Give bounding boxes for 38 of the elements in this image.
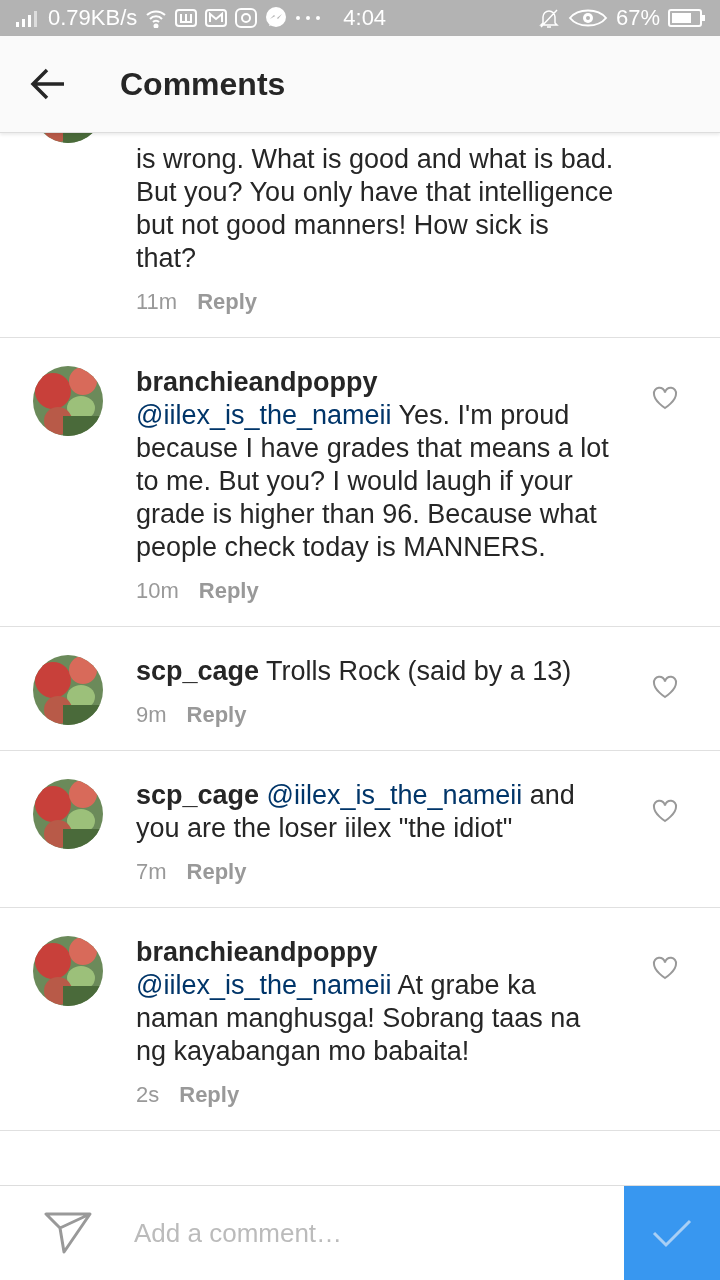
heart-icon[interactable] — [652, 799, 678, 823]
username-link[interactable]: branchieandpoppy — [136, 367, 378, 397]
comment-text: branchieandpoppy @iilex_is_the_nameii Yes. I'm proud because I have grades that means a lot to me. But you? I would laugh if your grade is higher than 96. Because what people check today is MANNERS. — [136, 366, 610, 564]
username-link[interactable]: scp_cage — [136, 656, 260, 686]
comment-time: 11m — [136, 289, 178, 315]
send-icon[interactable] — [44, 1212, 92, 1254]
wifi-icon — [145, 8, 168, 28]
comment-text: is wrong. What is good and what is bad. But you? You only have that intelligence but not good manners! How sick is that? — [136, 143, 615, 275]
camera-icon — [235, 8, 258, 28]
comment-time: 9m — [136, 702, 167, 728]
heart-icon[interactable] — [652, 675, 678, 699]
battery-percent: 67% — [615, 5, 660, 31]
signal-icon — [14, 8, 40, 28]
comment-text: branchieandpoppy @iilex_is_the_nameii At grabe ka naman manghusga! Sobrang taas na ng kayabangan mo babaita! — [136, 936, 582, 1068]
checkmark-icon — [652, 1218, 692, 1248]
heart-icon[interactable] — [652, 386, 678, 410]
mention-link[interactable]: @iilex_is_the_nameii — [266, 780, 523, 810]
mention-link[interactable]: @iilex_is_the_nameii — [136, 970, 392, 1000]
back-arrow-icon — [30, 68, 66, 100]
username-link[interactable]: scp_cage — [136, 780, 260, 810]
network-speed: 0.79KB/s — [48, 5, 138, 31]
comment-time: 7m — [136, 859, 167, 885]
username-link[interactable]: branchieandpoppy — [136, 937, 378, 967]
page-title: Comments — [120, 65, 286, 103]
mention-link[interactable]: @iilex_is_the_nameii — [136, 400, 392, 430]
clock: 4:04 — [343, 5, 387, 31]
mail-icon — [205, 8, 228, 28]
chat-bubble-icon — [265, 7, 288, 29]
battery-icon — [668, 8, 706, 28]
comment-text: scp_cage Trolls Rock (said by a 13) — [136, 655, 573, 688]
bell-off-icon — [537, 7, 560, 29]
more-icon — [295, 15, 322, 21]
comment-time: 2s — [136, 1082, 160, 1108]
comment-text: scp_cage @iilex_is_the_nameii and you are the loser iilex "the idiot" — [136, 779, 576, 845]
app-notification-icon — [175, 8, 198, 28]
heart-icon[interactable] — [652, 956, 678, 980]
comment-time: 10m — [136, 578, 179, 604]
eye-icon — [567, 8, 608, 28]
